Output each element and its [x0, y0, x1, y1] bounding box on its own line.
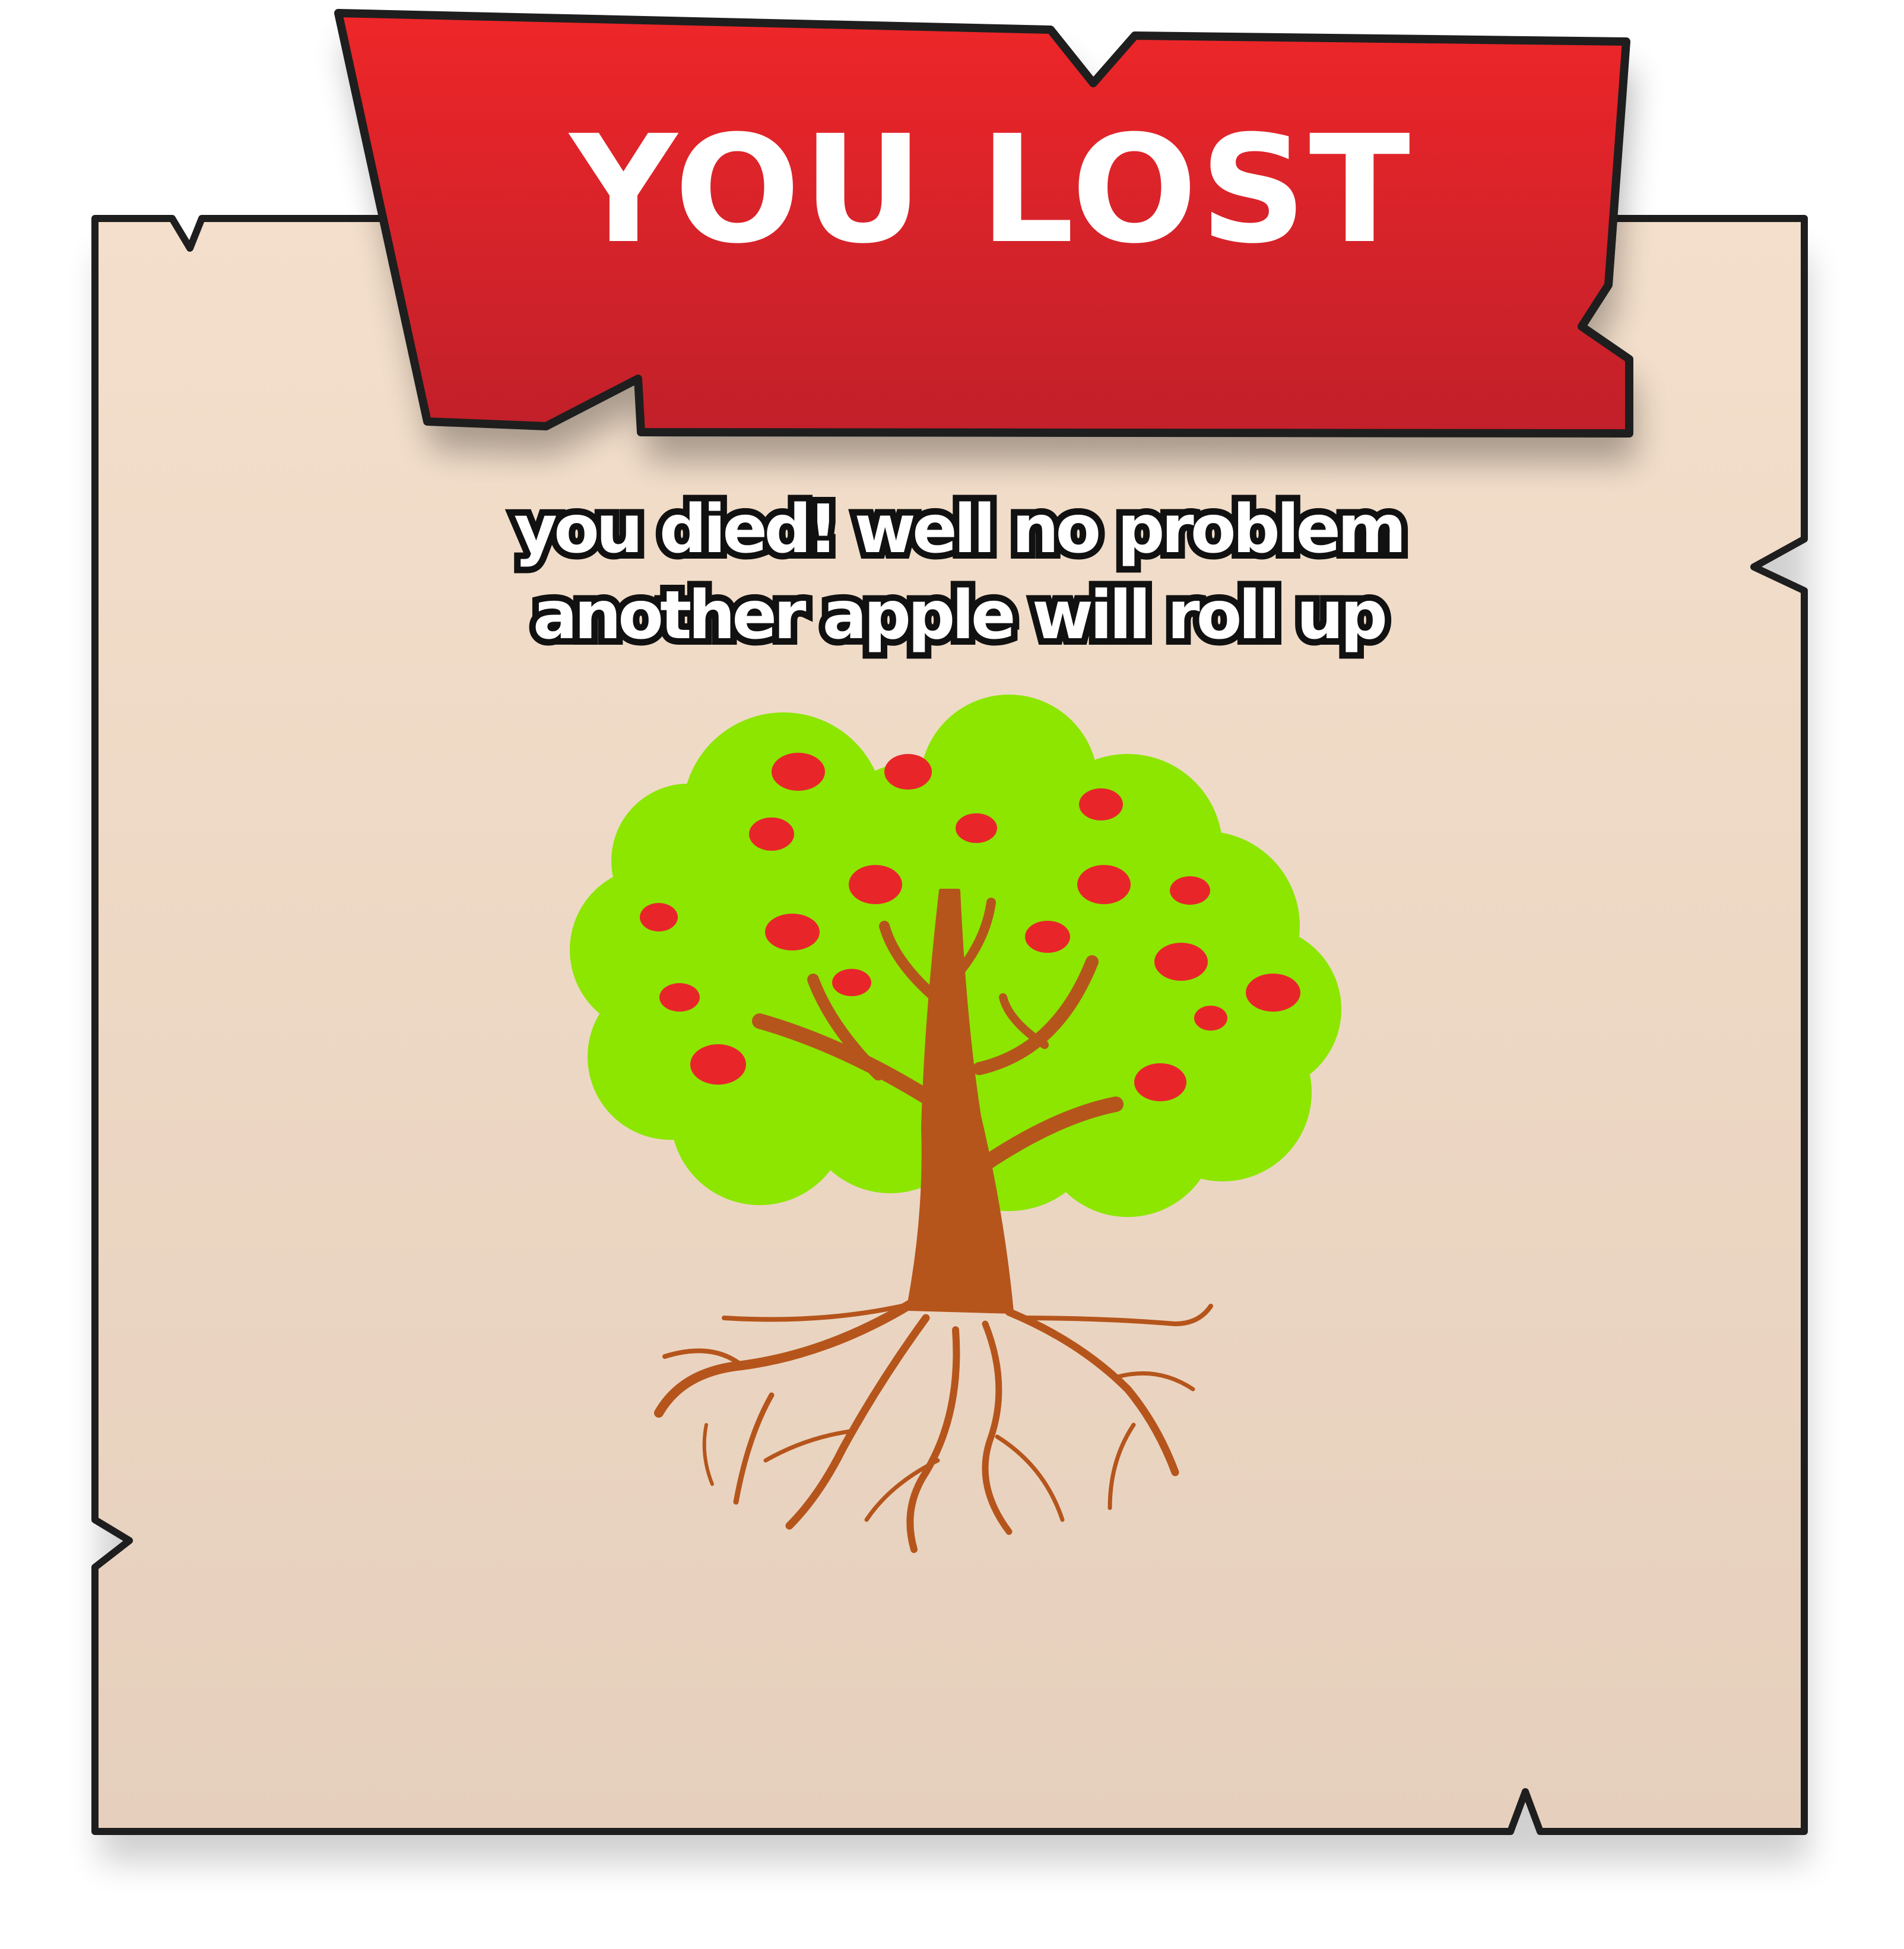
- message-line-1: you died! well no problem: [507, 484, 1413, 575]
- game-over-screen: YOU LOST you died! well no problem anoth…: [0, 0, 1904, 1949]
- game-over-message: you died! well no problem another apple …: [356, 484, 1561, 661]
- game-over-title: YOU LOST: [569, 103, 1413, 276]
- message-line-2: another apple will roll up: [526, 571, 1394, 661]
- dialog-artwork: [91, 9, 1809, 1863]
